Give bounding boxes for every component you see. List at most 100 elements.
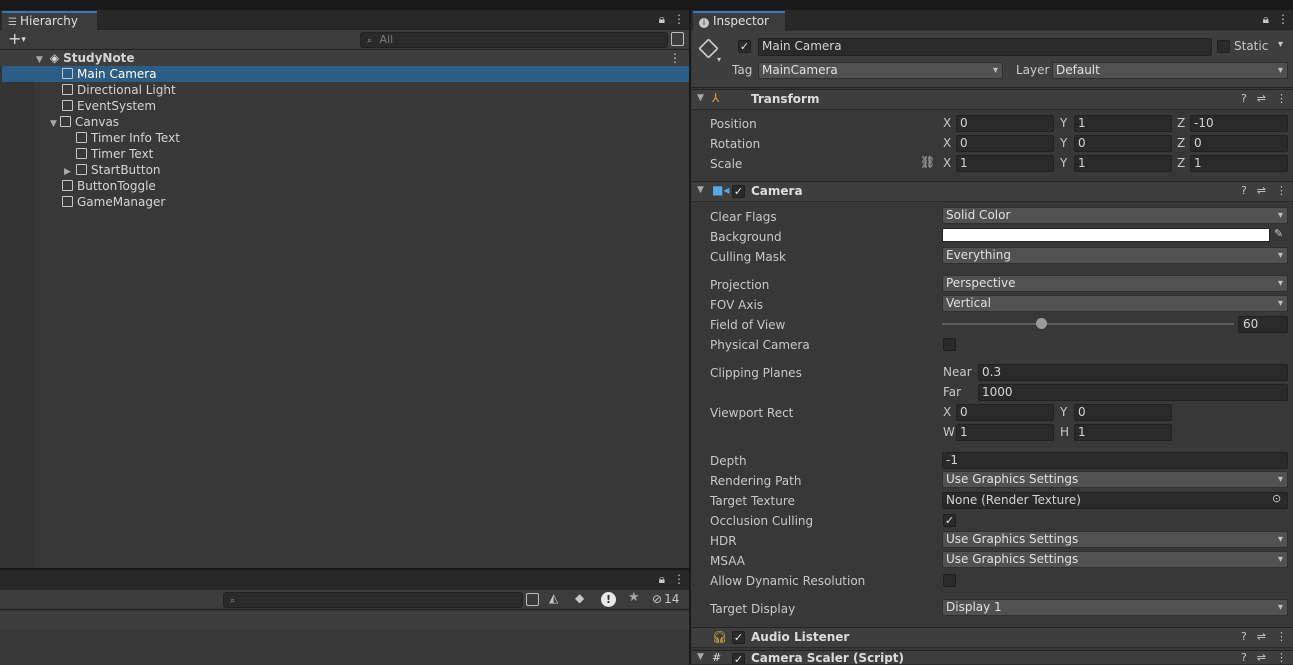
- position-x-field[interactable]: 0: [956, 115, 1054, 132]
- field-of-view-field[interactable]: 60: [1238, 316, 1288, 333]
- chevron-down-icon[interactable]: ▾: [717, 55, 721, 64]
- fold-arrow-icon[interactable]: ▼: [697, 93, 704, 103]
- rotation-x-field[interactable]: 0: [956, 135, 1054, 152]
- projection-dropdown[interactable]: Perspective: [942, 275, 1288, 292]
- hierarchy-item-gamemanager[interactable]: GameManager: [34, 194, 689, 210]
- camera-scaler-header[interactable]: ▼ # ✓ Camera Scaler (Script) ? ⇌ ⋮: [692, 650, 1293, 665]
- warning-filter-icon[interactable]: !: [601, 592, 616, 607]
- tab-hierarchy[interactable]: ☰ Hierarchy: [2, 11, 97, 31]
- more-menu-icon[interactable]: ⋮: [1276, 651, 1287, 664]
- hierarchy-item-main-camera[interactable]: Main Camera: [2, 66, 689, 82]
- viewport-w-label[interactable]: W: [943, 424, 955, 441]
- preset-icon[interactable]: ⇌: [1257, 184, 1266, 197]
- position-y-label[interactable]: Y: [1060, 115, 1067, 132]
- hierarchy-item-buttontoggle[interactable]: ButtonToggle: [34, 178, 689, 194]
- add-button[interactable]: +▾: [8, 30, 26, 49]
- audio-listener-header[interactable]: 🎧︎ ✓ Audio Listener ? ⇌ ⋮: [692, 627, 1293, 648]
- rotation-x-label[interactable]: X: [943, 135, 951, 152]
- fold-arrow-icon[interactable]: ▼: [697, 185, 704, 195]
- more-menu-icon[interactable]: ⋮: [1276, 92, 1287, 105]
- rendering-path-dropdown[interactable]: Use Graphics Settings: [942, 471, 1288, 488]
- static-checkbox[interactable]: [1217, 40, 1230, 53]
- near-label[interactable]: Near: [943, 364, 972, 381]
- preset-icon[interactable]: ⇌: [1257, 651, 1266, 664]
- viewport-y-field[interactable]: 0: [1074, 404, 1172, 421]
- hierarchy-item-startbutton[interactable]: ▶ StartButton: [34, 162, 689, 178]
- camera-scaler-enabled-checkbox[interactable]: ✓: [732, 653, 745, 664]
- rotation-y-field[interactable]: 0: [1074, 135, 1172, 152]
- viewport-x-label[interactable]: X: [943, 404, 951, 421]
- lock-icon[interactable]: 🔒︎: [659, 572, 665, 586]
- tag-dropdown[interactable]: MainCamera: [758, 62, 1003, 79]
- eyedropper-icon[interactable]: ✎: [1274, 227, 1283, 240]
- scene-more-icon[interactable]: ⋮: [669, 50, 681, 66]
- lock-icon[interactable]: 🔒︎: [1263, 12, 1269, 26]
- favorite-star-icon[interactable]: ★: [628, 590, 640, 605]
- far-label[interactable]: Far: [943, 384, 961, 401]
- filter-by-label-icon[interactable]: ◆: [575, 591, 584, 605]
- preset-icon[interactable]: ⇌: [1257, 92, 1266, 105]
- more-menu-icon[interactable]: ⋮: [673, 12, 685, 26]
- hierarchy-item-timer-info-text[interactable]: Timer Info Text: [34, 130, 689, 146]
- help-icon[interactable]: ?: [1241, 630, 1247, 643]
- viewport-w-field[interactable]: 1: [956, 424, 1054, 441]
- position-z-label[interactable]: Z: [1177, 115, 1185, 132]
- scale-y-label[interactable]: Y: [1060, 155, 1067, 172]
- console-search-input[interactable]: ⌕: [223, 592, 523, 608]
- viewport-x-field[interactable]: 0: [956, 404, 1054, 421]
- scale-x-field[interactable]: 1: [956, 155, 1054, 172]
- physical-camera-checkbox[interactable]: [943, 338, 956, 351]
- lock-icon[interactable]: 🔒︎: [659, 12, 665, 26]
- msaa-dropdown[interactable]: Use Graphics Settings: [942, 551, 1288, 568]
- target-display-dropdown[interactable]: Display 1: [942, 599, 1288, 616]
- more-menu-icon[interactable]: ⋮: [1277, 12, 1289, 26]
- object-name-field[interactable]: Main Camera: [758, 38, 1212, 56]
- allow-dynamic-resolution-checkbox[interactable]: [943, 574, 956, 587]
- far-field[interactable]: 1000: [978, 384, 1288, 401]
- rotation-z-field[interactable]: 0: [1190, 135, 1288, 152]
- constrain-proportions-icon[interactable]: ⛓︎: [920, 155, 935, 169]
- culling-mask-dropdown[interactable]: Everything: [942, 247, 1288, 264]
- fold-arrow-icon[interactable]: ▼: [697, 652, 704, 662]
- help-icon[interactable]: ?: [1241, 651, 1247, 664]
- rotation-y-label[interactable]: Y: [1060, 135, 1067, 152]
- fov-slider-track[interactable]: [942, 323, 1234, 325]
- occlusion-culling-checkbox[interactable]: ✓: [943, 514, 956, 527]
- search-options-icon[interactable]: [526, 593, 539, 606]
- hierarchy-item-timer-text[interactable]: Timer Text: [34, 146, 689, 162]
- position-x-label[interactable]: X: [943, 115, 951, 132]
- rotation-z-label[interactable]: Z: [1177, 135, 1185, 152]
- more-menu-icon[interactable]: ⋮: [673, 572, 685, 586]
- scale-z-field[interactable]: 1: [1190, 155, 1288, 172]
- hidden-count-toggle[interactable]: ⊘ 14: [652, 592, 679, 606]
- scene-row[interactable]: ▼ ◈ StudyNote ⋮: [0, 50, 689, 66]
- viewport-y-label[interactable]: Y: [1060, 404, 1067, 421]
- viewport-h-field[interactable]: 1: [1074, 424, 1172, 441]
- background-color-swatch[interactable]: [942, 228, 1270, 242]
- hierarchy-search-input[interactable]: ⌕ All: [360, 32, 668, 48]
- static-dropdown-icon[interactable]: ▾: [1278, 39, 1283, 50]
- fov-axis-dropdown[interactable]: Vertical: [942, 295, 1288, 312]
- object-picker-icon[interactable]: ⊙: [1272, 492, 1281, 505]
- hierarchy-item-canvas[interactable]: ▼ Canvas: [34, 114, 689, 130]
- camera-header[interactable]: ▼ ■◂ ✓ Camera ? ⇌ ⋮: [692, 181, 1293, 202]
- viewport-h-label[interactable]: H: [1060, 424, 1069, 441]
- filter-by-type-icon[interactable]: ◭: [549, 591, 558, 605]
- preset-icon[interactable]: ⇌: [1257, 630, 1266, 643]
- target-texture-field[interactable]: None (Render Texture): [942, 492, 1288, 509]
- more-menu-icon[interactable]: ⋮: [1276, 184, 1287, 197]
- scale-x-label[interactable]: X: [943, 155, 951, 172]
- help-icon[interactable]: ?: [1241, 92, 1247, 105]
- hierarchy-item-eventsystem[interactable]: EventSystem: [34, 98, 689, 114]
- position-z-field[interactable]: -10: [1190, 115, 1288, 132]
- audio-listener-enabled-checkbox[interactable]: ✓: [732, 631, 745, 644]
- position-y-field[interactable]: 1: [1074, 115, 1172, 132]
- hdr-dropdown[interactable]: Use Graphics Settings: [942, 531, 1288, 548]
- search-options-icon[interactable]: [671, 32, 684, 46]
- clear-flags-dropdown[interactable]: Solid Color: [942, 207, 1288, 224]
- help-icon[interactable]: ?: [1241, 184, 1247, 197]
- near-field[interactable]: 0.3: [978, 364, 1288, 381]
- more-menu-icon[interactable]: ⋮: [1276, 630, 1287, 643]
- scale-z-label[interactable]: Z: [1177, 155, 1185, 172]
- depth-field[interactable]: -1: [942, 452, 1288, 469]
